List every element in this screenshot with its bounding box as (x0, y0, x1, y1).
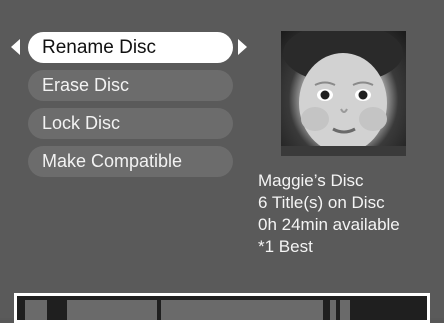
usage-segment (330, 300, 336, 320)
usage-segment (25, 300, 47, 320)
disc-info-panel: Maggie’s Disc 6 Title(s) on Disc 0h 24mi… (258, 170, 400, 258)
disc-thumbnail-image (281, 31, 406, 156)
disc-title-count: 6 Title(s) on Disc (258, 193, 385, 212)
disc-available-time: 0h 24min available (258, 215, 400, 234)
disc-options-menu: Rename Disc Erase Disc Lock Disc Make Co… (28, 32, 233, 184)
menu-item-erase-disc[interactable]: Erase Disc (28, 70, 233, 101)
arrow-right-icon[interactable] (238, 39, 247, 55)
usage-segment (161, 300, 323, 320)
disc-menu-screen: Rename Disc Erase Disc Lock Disc Make Co… (0, 0, 444, 323)
menu-item-make-compatible[interactable]: Make Compatible (28, 146, 233, 177)
baby-face-icon (281, 31, 406, 156)
disc-name: Maggie’s Disc (258, 171, 364, 190)
usage-segment (340, 300, 350, 320)
disc-usage-bar (14, 293, 430, 323)
menu-item-lock-disc[interactable]: Lock Disc (28, 108, 233, 139)
arrow-left-icon[interactable] (11, 39, 20, 55)
usage-segment (67, 300, 157, 320)
disc-quality: *1 Best (258, 237, 313, 256)
menu-item-rename-disc[interactable]: Rename Disc (28, 32, 233, 63)
